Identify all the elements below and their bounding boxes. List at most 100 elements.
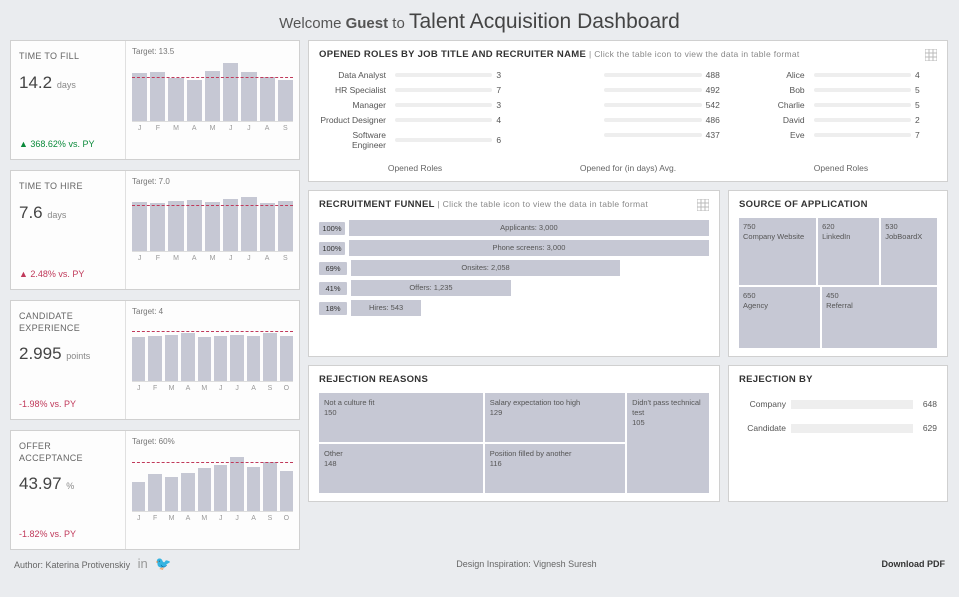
- rejection-by-panel: REJECTION BY Company 648 Candidate 629: [728, 365, 948, 502]
- kpi-value: 43.97 %: [19, 474, 117, 494]
- treemap-cell[interactable]: 450Referral: [822, 287, 937, 348]
- rejection-by-row[interactable]: Company 648: [739, 399, 937, 409]
- spark-bar: [181, 473, 194, 511]
- opened-row[interactable]: Software Engineer 6: [319, 130, 518, 150]
- opened-value: 486: [706, 115, 728, 125]
- funnel-pct: 100%: [319, 242, 345, 255]
- opened-value: 7: [496, 85, 518, 95]
- opened-value: 6: [496, 135, 518, 145]
- kpi-title: TIME TO FILL: [19, 51, 117, 63]
- spark-bar: [205, 71, 220, 121]
- opened-row[interactable]: 488: [528, 70, 727, 80]
- download-pdf-link[interactable]: Download PDF: [881, 559, 945, 569]
- funnel-pct: 69%: [319, 262, 347, 275]
- inspiration-block: Design Inspiration: Vignesh Suresh: [456, 559, 596, 569]
- funnel-stage[interactable]: 18% Hires: 543: [319, 300, 709, 316]
- dashboard-header: Welcome Guest to Talent Acquisition Dash…: [0, 0, 959, 40]
- kpi-card-0[interactable]: TIME TO FILL 14.2 days ▲ 368.62% vs. PY …: [10, 40, 300, 160]
- welcome-text: Welcome: [279, 15, 341, 32]
- kpi-card-3[interactable]: OFFER ACCEPTANCE 43.97 % -1.82% vs. PY T…: [10, 430, 300, 550]
- opened-value: 542: [706, 100, 728, 110]
- spark-bar: [263, 333, 276, 381]
- rejection-by-row[interactable]: Candidate 629: [739, 423, 937, 433]
- spark-bar: [150, 72, 165, 121]
- opened-row[interactable]: 492: [528, 85, 727, 95]
- kpi-sparkline: [132, 60, 293, 122]
- funnel-stage[interactable]: 100% Applicants: 3,000: [319, 220, 709, 236]
- opened-label: Eve: [738, 130, 810, 140]
- funnel-stage[interactable]: 100% Phone screens: 3,000: [319, 240, 709, 256]
- opened-row[interactable]: David 2: [738, 115, 937, 125]
- opened-row[interactable]: Bob 5: [738, 85, 937, 95]
- kpi-target-label: Target: 4: [132, 307, 293, 316]
- rejection-reasons-treemap: Not a culture fit150 Other148 Salary exp…: [319, 393, 709, 493]
- opened-roles-footer: Opened RolesOpened for (in days) Avg.Ope…: [319, 163, 937, 173]
- kpi-x-labels: JFMAMJJAS: [132, 255, 293, 262]
- spark-bar: [187, 80, 202, 121]
- guest-name: Guest: [346, 15, 389, 32]
- opened-value: 488: [706, 70, 728, 80]
- funnel-title: RECRUITMENT FUNNEL | Click the table ico…: [319, 199, 709, 210]
- opened-value: 2: [915, 115, 937, 125]
- funnel-pct: 18%: [319, 302, 347, 315]
- opened-row[interactable]: Data Analyst 3: [319, 70, 518, 80]
- opened-value: 3: [496, 100, 518, 110]
- opened-row[interactable]: Charlie 5: [738, 100, 937, 110]
- funnel-pct: 100%: [319, 222, 345, 235]
- source-title: SOURCE OF APPLICATION: [739, 199, 937, 210]
- opened-value: 492: [706, 85, 728, 95]
- spark-bar: [260, 203, 275, 251]
- spark-bar: [278, 201, 293, 251]
- treemap-cell[interactable]: 650Agency: [739, 287, 820, 348]
- kpi-title: CANDIDATE EXPERIENCE: [19, 311, 117, 334]
- opened-row[interactable]: Alice 4: [738, 70, 937, 80]
- treemap-cell[interactable]: Salary expectation too high129: [485, 393, 625, 442]
- opened-row[interactable]: HR Specialist 7: [319, 85, 518, 95]
- rejection-reasons-title: REJECTION REASONS: [319, 374, 709, 385]
- treemap-cell[interactable]: 750Company Website: [739, 218, 816, 285]
- opened-row[interactable]: 542: [528, 100, 727, 110]
- twitter-icon[interactable]: 🐦: [155, 556, 171, 571]
- opened-row[interactable]: 437: [528, 130, 727, 140]
- opened-value: 4: [915, 70, 937, 80]
- opened-label: Product Designer: [319, 115, 391, 125]
- funnel-bar: Applicants: 3,000: [349, 220, 709, 236]
- spark-bar: [260, 77, 275, 121]
- opened-row[interactable]: 486: [528, 115, 727, 125]
- table-view-icon[interactable]: [925, 49, 937, 61]
- opened-roles-panel: OPENED ROLES by job title and recruiter …: [308, 40, 948, 182]
- spark-bar: [148, 336, 161, 381]
- kpi-card-2[interactable]: CANDIDATE EXPERIENCE 2.995 points -1.98%…: [10, 300, 300, 420]
- kpi-title: OFFER ACCEPTANCE: [19, 441, 117, 464]
- opened-column: 488 492 542 486 437: [528, 70, 727, 155]
- spark-bar: [247, 336, 260, 381]
- treemap-cell[interactable]: Didn't pass technical test105: [627, 393, 709, 493]
- opened-column: Alice 4 Bob 5 Charlie 5 David 2 Eve 7: [738, 70, 937, 155]
- rejection-by-value: 629: [913, 423, 937, 433]
- funnel-stage[interactable]: 69% Onsites: 2,058: [319, 260, 709, 276]
- kpi-card-1[interactable]: TIME TO HIRE 7.6 days ▲ 2.48% vs. PY Tar…: [10, 170, 300, 290]
- kpi-delta: -1.98% vs. PY: [19, 399, 117, 409]
- spark-bar: [168, 78, 183, 121]
- spark-bar: [148, 474, 161, 511]
- opened-row[interactable]: Eve 7: [738, 130, 937, 140]
- spark-bar: [198, 468, 211, 511]
- opened-row[interactable]: Manager 3: [319, 100, 518, 110]
- opened-label: Alice: [738, 70, 810, 80]
- kpi-x-labels: JFMAMJJAS: [132, 125, 293, 132]
- table-view-icon[interactable]: [697, 199, 709, 211]
- linkedin-icon[interactable]: in: [138, 556, 148, 571]
- treemap-cell[interactable]: 530JobBoardX: [881, 218, 937, 285]
- rejection-reasons-panel: REJECTION REASONS Not a culture fit150 O…: [308, 365, 720, 502]
- treemap-cell[interactable]: 620LinkedIn: [818, 218, 879, 285]
- spark-bar: [230, 335, 243, 381]
- author-block: Author: Katerina Protivenskiy in 🐦: [14, 556, 171, 572]
- treemap-cell[interactable]: Not a culture fit150: [319, 393, 483, 442]
- spark-bar: [280, 336, 293, 381]
- treemap-cell[interactable]: Position filled by another116: [485, 444, 625, 493]
- opened-row[interactable]: Product Designer 4: [319, 115, 518, 125]
- treemap-cell[interactable]: Other148: [319, 444, 483, 493]
- spark-bar: [214, 336, 227, 381]
- funnel-stage[interactable]: 41% Offers: 1,235: [319, 280, 709, 296]
- kpi-sparkline: [132, 190, 293, 252]
